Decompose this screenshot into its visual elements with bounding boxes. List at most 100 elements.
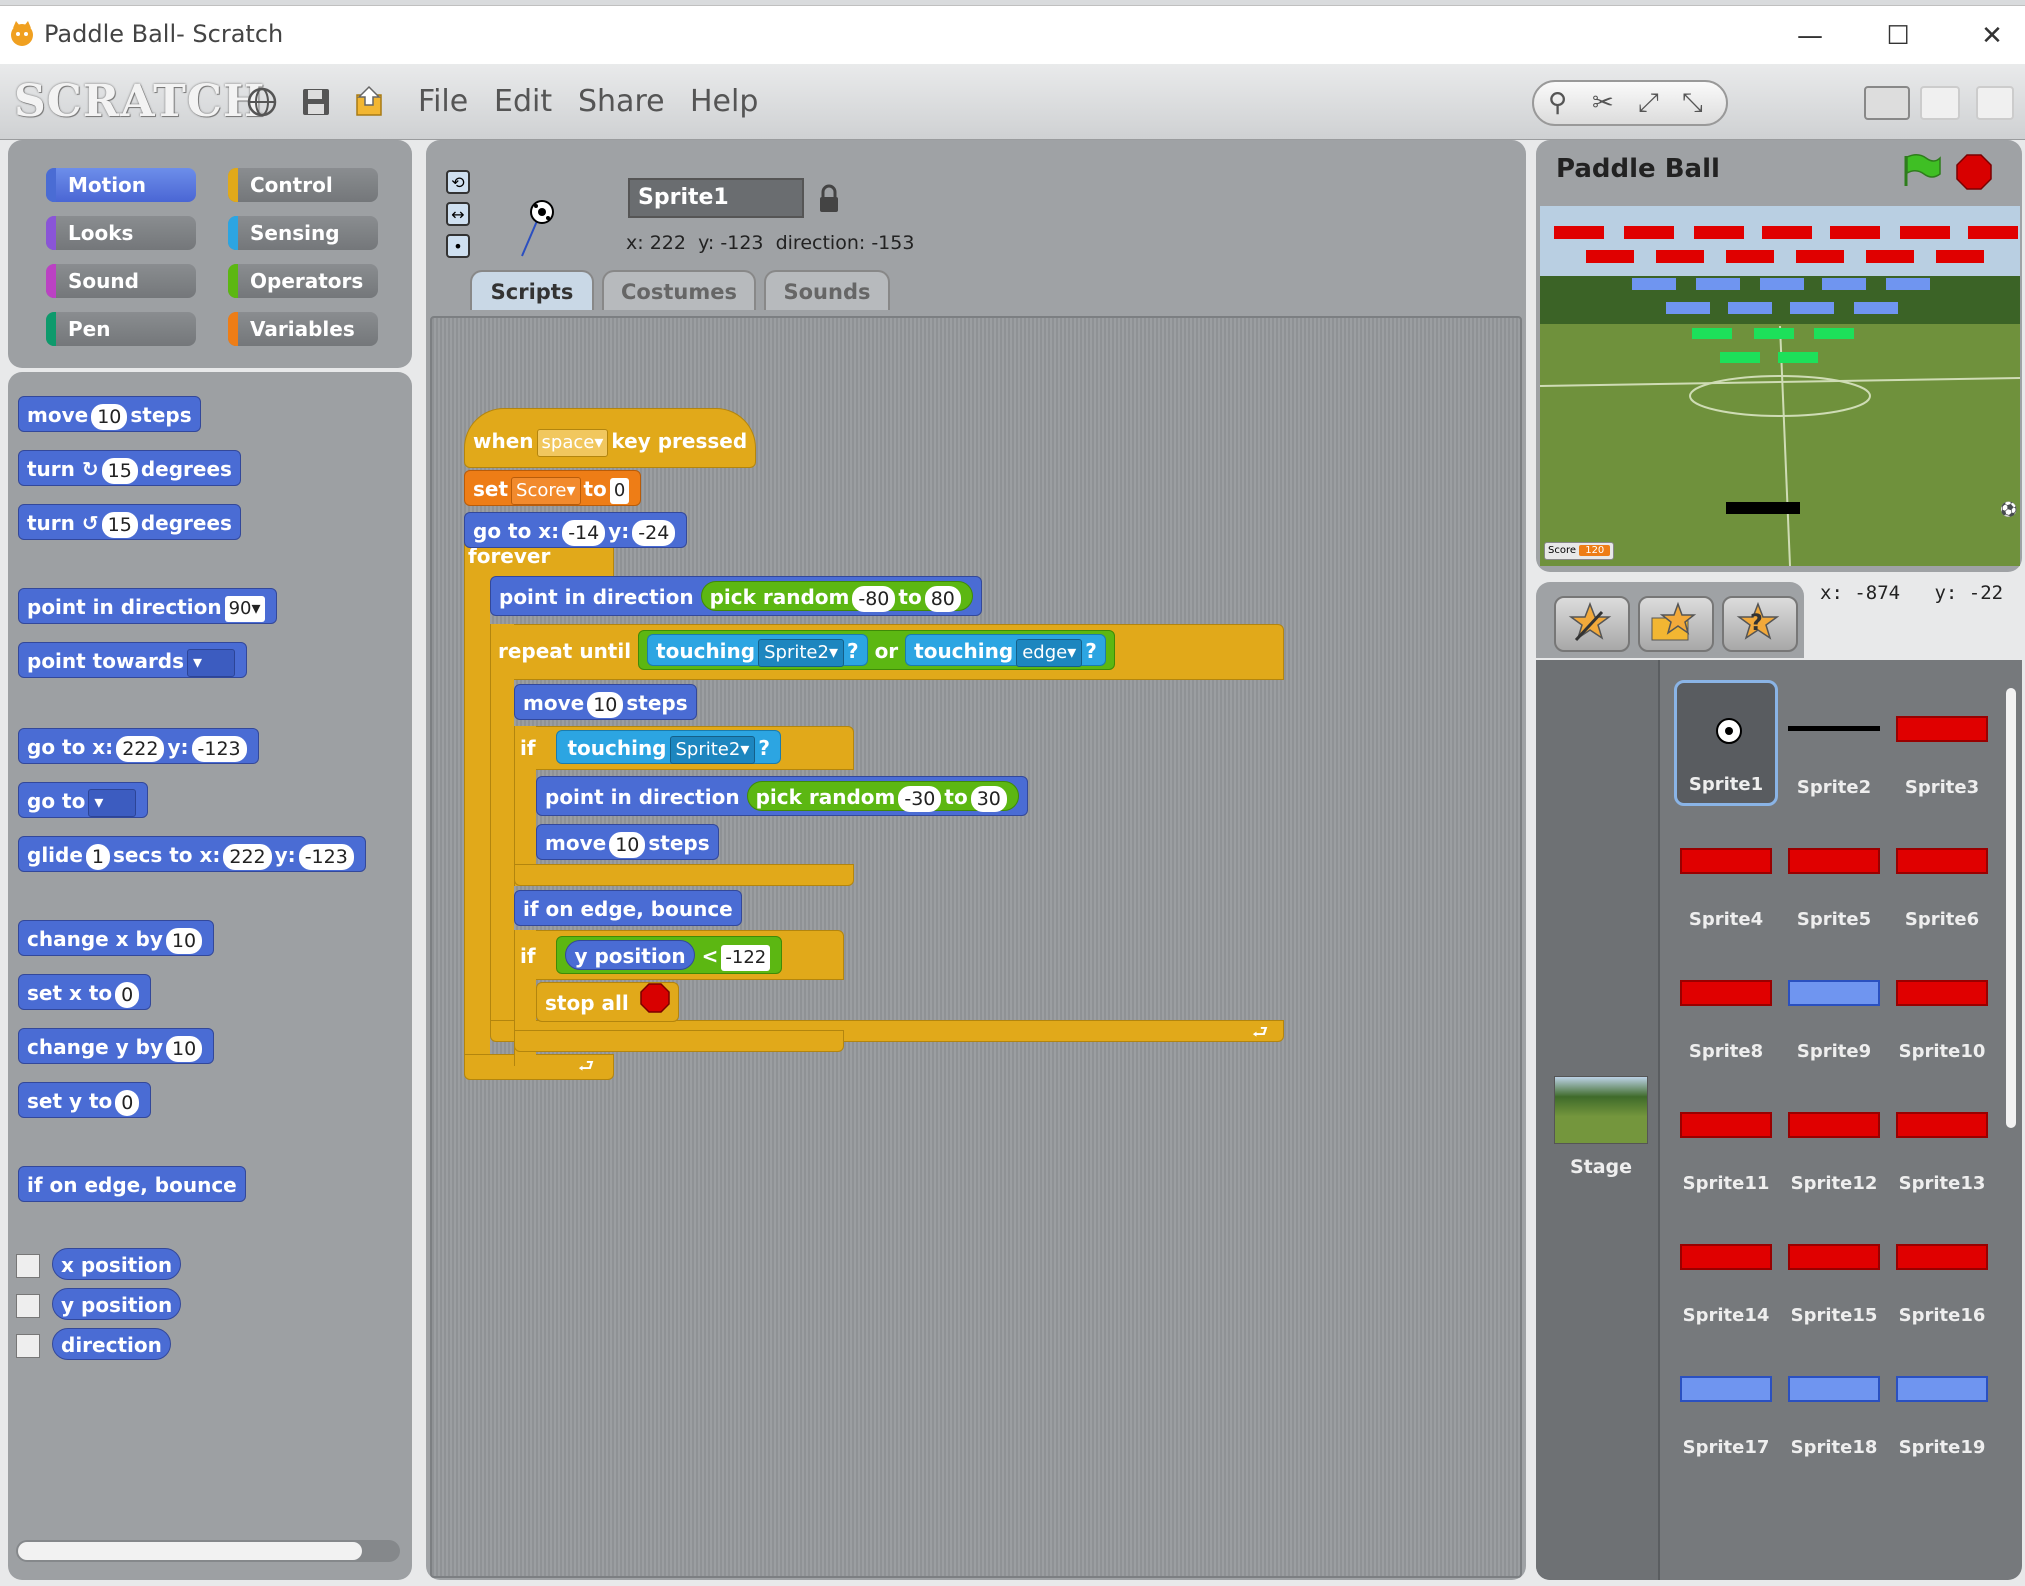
go-to-xy-block[interactable]: go to x: -14 y: -24 <box>464 512 688 548</box>
sprite-tile[interactable]: Sprite15 <box>1782 1208 1886 1334</box>
palette-goto-block[interactable]: go to ▾ <box>18 782 149 818</box>
palette-turn-cw-block[interactable]: turn ↻ 15 degrees <box>18 450 241 486</box>
y-position-reporter[interactable]: y position <box>565 940 695 970</box>
sprite-tile[interactable]: Sprite4 <box>1674 812 1778 938</box>
sprite-tile[interactable]: Sprite18 <box>1782 1340 1886 1466</box>
sprite-tile[interactable]: Sprite9 <box>1782 944 1886 1070</box>
move-steps-block[interactable]: move 10 steps <box>514 684 697 720</box>
pick-random-reporter[interactable]: pick random -80 to 80 <box>700 581 973 612</box>
maximize-icon[interactable]: ☐ <box>1868 16 1928 56</box>
palette-change-y-block[interactable]: change y by 10 <box>18 1028 215 1064</box>
palette-scrollbar-thumb[interactable] <box>18 1542 362 1560</box>
palette-set-x-block[interactable]: set x to 0 <box>18 974 152 1010</box>
stop-all-block[interactable]: stop all <box>536 982 679 1022</box>
stamp-icon[interactable]: ⚲ <box>1548 88 1567 118</box>
category-looks[interactable]: Looks <box>46 216 196 250</box>
sprite-tile[interactable]: Sprite5 <box>1782 812 1886 938</box>
stage-label[interactable]: Stage <box>1554 1156 1648 1178</box>
close-icon[interactable]: ✕ <box>1962 16 2022 56</box>
lock-icon[interactable] <box>818 184 840 218</box>
pick-random2-reporter[interactable]: pick random -30 to 30 <box>746 781 1019 812</box>
paint-new-sprite-icon[interactable] <box>1554 596 1630 652</box>
x-position-checkbox[interactable] <box>16 1254 40 1278</box>
stage-thumbnail[interactable] <box>1554 1076 1648 1144</box>
sprite-tile[interactable]: Sprite19 <box>1890 1340 1994 1466</box>
sprite-tile[interactable]: Sprite14 <box>1674 1208 1778 1334</box>
script-area[interactable]: forever ⮐ ⮐ when space▾ key pressed set Sco… <box>430 316 1522 1578</box>
no-rotate-style-icon[interactable]: • <box>446 234 470 258</box>
menu-edit[interactable]: Edit <box>494 84 552 119</box>
shrink-icon[interactable]: ⤡ <box>1682 88 1703 119</box>
category-motion[interactable]: Motion <box>46 168 196 202</box>
palette-glide-block[interactable]: glide 1 secs to x: 222 y: -123 <box>18 836 366 872</box>
when-key-pressed-hat[interactable]: when space▾ key pressed <box>464 408 757 468</box>
sprite-tile[interactable]: Sprite3 <box>1890 680 1994 806</box>
stage-brick <box>1726 250 1774 263</box>
menu-help[interactable]: Help <box>690 84 758 119</box>
sprite-tile[interactable]: Sprite11 <box>1674 1076 1778 1202</box>
tab-sounds[interactable]: Sounds <box>764 270 890 310</box>
palette-y-position-reporter[interactable]: y position <box>52 1288 182 1320</box>
tab-costumes[interactable]: Costumes <box>602 270 756 310</box>
if-touching-sprite2-boolean[interactable]: touching Sprite2▾? <box>556 730 781 764</box>
sprite-tile[interactable]: Sprite1 <box>1674 680 1778 806</box>
y-position-checkbox[interactable] <box>16 1294 40 1318</box>
menu-file[interactable]: File <box>418 84 468 119</box>
sprite-tile[interactable]: Sprite12 <box>1782 1076 1886 1202</box>
presentation-mode-icon[interactable] <box>1976 86 2014 120</box>
point-in-direction-random2-block[interactable]: point in direction pick random -30 to 30 <box>536 776 1028 816</box>
left-right-style-icon[interactable]: ↔ <box>446 202 470 226</box>
palette-point-towards-block[interactable]: point towards ▾ <box>18 642 248 678</box>
sprite-list-scrollbar[interactable] <box>2006 688 2016 1128</box>
rotate-style-icon[interactable]: ⟲ <box>446 170 470 194</box>
scissors-icon[interactable]: ✂ <box>1592 88 1614 118</box>
category-sensing[interactable]: Sensing <box>228 216 378 250</box>
palette-bounce-block[interactable]: if on edge, bounce <box>18 1166 246 1202</box>
surprise-sprite-icon[interactable]: ? <box>1722 596 1798 652</box>
red-brick-sprite-icon <box>1894 710 1990 742</box>
menu-share[interactable]: Share <box>578 84 665 119</box>
set-score-block[interactable]: set Score▾ to 0 <box>464 470 642 506</box>
green-flag-icon[interactable] <box>1898 152 1942 192</box>
minimize-icon[interactable]: — <box>1780 16 1840 56</box>
tab-scripts[interactable]: Scripts <box>470 270 594 310</box>
point-in-direction-random-block[interactable]: point in direction pick random -80 to 80 <box>490 576 982 616</box>
if-on-edge-bounce-block[interactable]: if on edge, bounce <box>514 890 742 926</box>
category-pen[interactable]: Pen <box>46 312 196 346</box>
palette-x-position-reporter[interactable]: x position <box>52 1248 182 1280</box>
sprite-tile[interactable]: Sprite10 <box>1890 944 1994 1070</box>
palette-direction-reporter[interactable]: direction <box>52 1328 171 1360</box>
move-steps2-block[interactable]: move 10 steps <box>536 824 719 860</box>
palette-goto-xy-block[interactable]: go to x: 222 y: -123 <box>18 728 259 764</box>
direction-checkbox[interactable] <box>16 1334 40 1358</box>
normal-stage-view-icon[interactable] <box>1920 86 1960 120</box>
category-control[interactable]: Control <box>228 168 378 202</box>
sprite-name-field[interactable]: Sprite1 <box>628 178 804 218</box>
less-than-operator[interactable]: y position < -122 <box>556 936 783 974</box>
choose-sprite-from-file-icon[interactable] <box>1638 596 1714 652</box>
or-operator[interactable]: touching Sprite2▾? or touching edge▾? <box>638 630 1115 670</box>
category-operators[interactable]: Operators <box>228 264 378 298</box>
palette-move-block[interactable]: move 10 steps <box>18 396 201 432</box>
palette-set-y-block[interactable]: set y to 0 <box>18 1082 152 1118</box>
sprite-tile[interactable]: Sprite8 <box>1674 944 1778 1070</box>
palette-point-direction-block[interactable]: point in direction 90▾ <box>18 588 277 624</box>
palette-change-x-block[interactable]: change x by 10 <box>18 920 215 956</box>
grow-icon[interactable]: ⤢ <box>1638 88 1659 119</box>
sprite-tile[interactable]: Sprite16 <box>1890 1208 1994 1334</box>
category-variables[interactable]: Variables <box>228 312 378 346</box>
small-stage-view-icon[interactable] <box>1864 86 1910 120</box>
share-upload-icon[interactable] <box>352 84 388 120</box>
stop-button-icon[interactable] <box>1956 154 1992 194</box>
sprite-tile[interactable]: Sprite6 <box>1890 812 1994 938</box>
category-sound[interactable]: Sound <box>46 264 196 298</box>
sprite-tile[interactable]: Sprite2 <box>1782 680 1886 806</box>
palette-turn-ccw-block[interactable]: turn ↺ 15 degrees <box>18 504 241 540</box>
touching-edge-boolean[interactable]: touching edge▾? <box>905 634 1106 667</box>
save-icon[interactable] <box>298 84 334 120</box>
sprite-tile[interactable]: Sprite13 <box>1890 1076 1994 1202</box>
touching-sprite2-boolean[interactable]: touching Sprite2▾? <box>647 634 868 667</box>
language-globe-icon[interactable] <box>244 84 280 120</box>
sprite-tile[interactable]: Sprite17 <box>1674 1340 1778 1466</box>
stage-canvas[interactable]: ⚽ Score 120 <box>1540 206 2020 566</box>
